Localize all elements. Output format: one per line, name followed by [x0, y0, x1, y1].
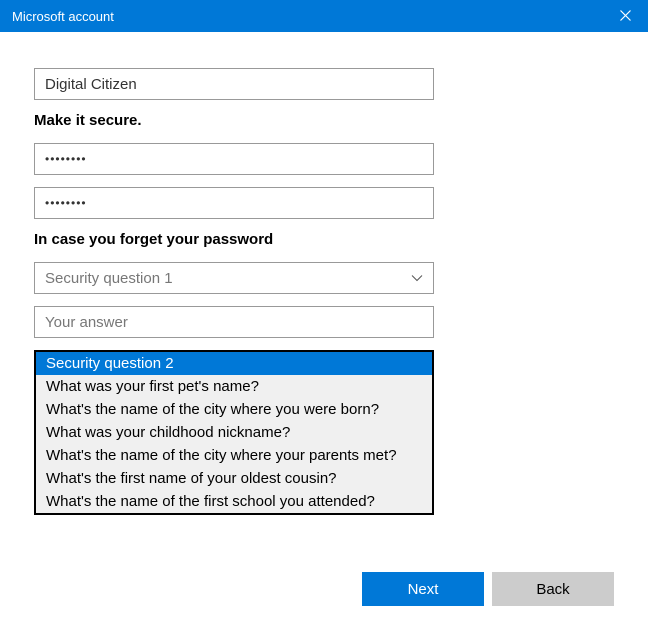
close-icon: [620, 8, 631, 24]
dropdown-option[interactable]: Security question 2: [36, 352, 432, 375]
window-title: Microsoft account: [12, 9, 114, 24]
confirm-password-masked: ••••••••: [45, 196, 87, 210]
dialog-content: Digital Citizen Make it secure. ••••••••…: [0, 32, 648, 515]
security-question-1-select[interactable]: Security question 1: [34, 262, 434, 294]
password-input[interactable]: ••••••••: [34, 143, 434, 175]
secure-label: Make it secure.: [34, 112, 614, 129]
next-button[interactable]: Next: [362, 572, 484, 606]
dropdown-option[interactable]: What's the name of the city where your p…: [36, 444, 432, 467]
answer-1-input[interactable]: Your answer: [34, 306, 434, 338]
dropdown-option[interactable]: What was your childhood nickname?: [36, 421, 432, 444]
dropdown-option[interactable]: What's the name of the first school you …: [36, 490, 432, 513]
dropdown-option[interactable]: What's the first name of your oldest cou…: [36, 467, 432, 490]
security-question-2-dropdown[interactable]: Security question 2What was your first p…: [34, 350, 434, 515]
chevron-down-icon: [411, 274, 423, 282]
security-question-1-placeholder: Security question 1: [45, 270, 173, 287]
confirm-password-input[interactable]: ••••••••: [34, 187, 434, 219]
username-value: Digital Citizen: [45, 76, 137, 93]
dialog-footer: Next Back: [362, 572, 614, 606]
username-input[interactable]: Digital Citizen: [34, 68, 434, 100]
dropdown-option[interactable]: What's the name of the city where you we…: [36, 398, 432, 421]
close-button[interactable]: [602, 0, 648, 32]
answer-1-placeholder: Your answer: [45, 314, 128, 331]
forgot-password-label: In case you forget your password: [34, 231, 614, 248]
password-masked: ••••••••: [45, 152, 87, 166]
dropdown-option[interactable]: What was your first pet's name?: [36, 375, 432, 398]
back-button[interactable]: Back: [492, 572, 614, 606]
titlebar: Microsoft account: [0, 0, 648, 32]
